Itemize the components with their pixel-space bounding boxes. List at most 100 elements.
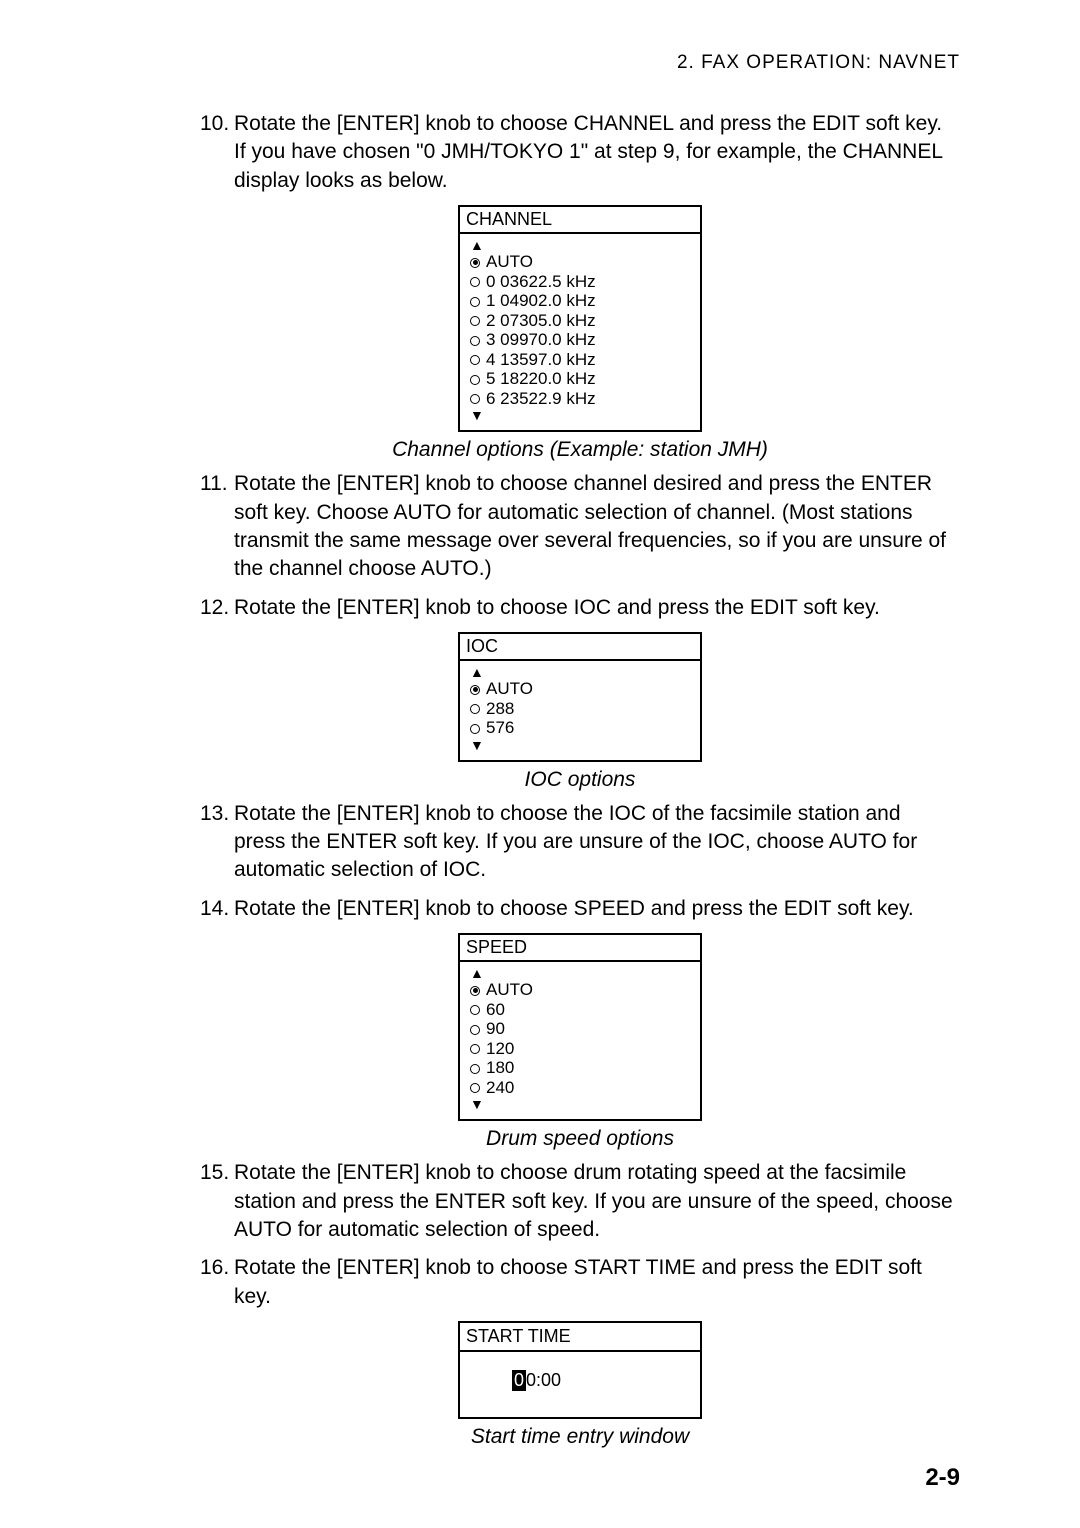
step-text: AUTO for automatic selection of speed.: [234, 1216, 960, 1244]
option-row: 6 23522.9 kHz: [470, 389, 690, 409]
step-text: Rotate the [ENTER] knob to choose IOC an…: [234, 596, 880, 619]
radio-selected-icon: [470, 986, 480, 996]
radio-selected-icon: [470, 258, 480, 268]
figure-caption: Channel options (Example: station JMH): [200, 438, 960, 462]
start-time-box: START TIME 00:00: [458, 1321, 702, 1419]
option-label: AUTO: [486, 252, 533, 271]
figure-caption: Start time entry window: [200, 1425, 960, 1449]
option-label: AUTO: [486, 679, 533, 698]
radio-icon: [470, 1005, 480, 1015]
step-12: 12.Rotate the [ENTER] knob to choose IOC…: [200, 594, 960, 622]
box-title: SPEED: [460, 935, 700, 962]
option-row: 0 03622.5 kHz: [470, 272, 690, 292]
option-label: 288: [486, 699, 514, 718]
box-title: CHANNEL: [460, 207, 700, 234]
box-body: ▲ AUTO 0 03622.5 kHz 1 04902.0 kHz 2 073…: [460, 234, 700, 430]
radio-icon: [470, 1064, 480, 1074]
option-row: 1 04902.0 kHz: [470, 291, 690, 311]
option-label: 4 13597.0 kHz: [486, 350, 596, 369]
step-number: 16.: [200, 1254, 234, 1282]
figure-caption: Drum speed options: [200, 1127, 960, 1151]
radio-icon: [470, 704, 480, 714]
option-row: AUTO: [470, 980, 690, 1000]
step-number: 10.: [200, 110, 234, 138]
step-text: transmit the same message over several f…: [234, 527, 960, 555]
option-label: 0 03622.5 kHz: [486, 272, 596, 291]
step-text: Rotate the [ENTER] knob to choose START …: [234, 1256, 922, 1279]
option-label: 6 23522.9 kHz: [486, 389, 596, 408]
option-row: 60: [470, 1000, 690, 1020]
section-header: 2. FAX OPERATION: NAVNET: [200, 52, 960, 74]
radio-icon: [470, 355, 480, 365]
figure-caption: IOC options: [200, 768, 960, 792]
channel-options-box: CHANNEL ▲ AUTO 0 03622.5 kHz 1 04902.0 k…: [458, 205, 702, 432]
cursor-char: 0: [512, 1370, 526, 1391]
step-number: 14.: [200, 895, 234, 923]
radio-icon: [470, 1083, 480, 1093]
option-label: 60: [486, 1000, 505, 1019]
step-text: Rotate the [ENTER] knob to choose SPEED …: [234, 897, 914, 920]
option-row: 4 13597.0 kHz: [470, 350, 690, 370]
option-label: 576: [486, 718, 514, 737]
option-row: 180: [470, 1058, 690, 1078]
step-15: 15.Rotate the [ENTER] knob to choose dru…: [200, 1159, 960, 1244]
step-11: 11.Rotate the [ENTER] knob to choose cha…: [200, 470, 960, 583]
step-number: 11.: [200, 470, 234, 498]
step-text: key.: [234, 1283, 960, 1311]
step-text: station and press the ENTER soft key. If…: [234, 1188, 960, 1216]
step-14: 14.Rotate the [ENTER] knob to choose SPE…: [200, 895, 960, 923]
option-row: 120: [470, 1039, 690, 1059]
step-number: 12.: [200, 594, 234, 622]
speed-options-box: SPEED ▲ AUTO 60 90 120 180 240 ▼: [458, 933, 702, 1121]
scroll-down-icon: ▼: [470, 738, 690, 752]
step-number: 15.: [200, 1159, 234, 1187]
step-text: press the ENTER soft key. If you are uns…: [234, 828, 960, 856]
scroll-up-icon: ▲: [470, 238, 690, 252]
scroll-down-icon: ▼: [470, 408, 690, 422]
radio-icon: [470, 336, 480, 346]
radio-icon: [470, 394, 480, 404]
box-title: START TIME: [460, 1323, 700, 1352]
step-text: Rotate the [ENTER] knob to choose the IO…: [234, 802, 901, 825]
option-label: 1 04902.0 kHz: [486, 291, 596, 310]
option-row: 576: [470, 718, 690, 738]
box-body: 00:00: [460, 1352, 700, 1417]
step-text: Rotate the [ENTER] knob to choose drum r…: [234, 1161, 906, 1184]
scroll-up-icon: ▲: [470, 966, 690, 980]
radio-icon: [470, 297, 480, 307]
step-13: 13.Rotate the [ENTER] knob to choose the…: [200, 800, 960, 885]
step-text: display looks as below.: [234, 167, 960, 195]
option-row: 288: [470, 699, 690, 719]
page: 2. FAX OPERATION: NAVNET 10.Rotate the […: [0, 0, 1080, 1528]
step-text: automatic selection of IOC.: [234, 856, 960, 884]
option-label: 240: [486, 1078, 514, 1097]
option-label: 2 07305.0 kHz: [486, 311, 596, 330]
radio-icon: [470, 375, 480, 385]
option-row: 240: [470, 1078, 690, 1098]
step-text: Rotate the [ENTER] knob to choose CHANNE…: [234, 112, 942, 135]
option-label: 90: [486, 1019, 505, 1038]
option-label: 5 18220.0 kHz: [486, 369, 596, 388]
step-text: Rotate the [ENTER] knob to choose channe…: [234, 472, 932, 495]
step-16: 16.Rotate the [ENTER] knob to choose STA…: [200, 1254, 960, 1311]
radio-icon: [470, 277, 480, 287]
step-text: the channel choose AUTO.): [234, 555, 960, 583]
radio-icon: [470, 724, 480, 734]
radio-icon: [470, 1025, 480, 1035]
option-row: AUTO: [470, 252, 690, 272]
page-number: 2-9: [925, 1464, 960, 1492]
option-row: 3 09970.0 kHz: [470, 330, 690, 350]
option-label: 180: [486, 1058, 514, 1077]
radio-selected-icon: [470, 685, 480, 695]
ioc-options-box: IOC ▲ AUTO 288 576 ▼: [458, 632, 702, 762]
scroll-up-icon: ▲: [470, 665, 690, 679]
option-row: 5 18220.0 kHz: [470, 369, 690, 389]
option-row: 2 07305.0 kHz: [470, 311, 690, 331]
box-body: ▲ AUTO 60 90 120 180 240 ▼: [460, 962, 700, 1119]
scroll-down-icon: ▼: [470, 1097, 690, 1111]
box-body: ▲ AUTO 288 576 ▼: [460, 661, 700, 760]
box-title: IOC: [460, 634, 700, 661]
step-number: 13.: [200, 800, 234, 828]
option-label: AUTO: [486, 980, 533, 999]
option-row: 90: [470, 1019, 690, 1039]
